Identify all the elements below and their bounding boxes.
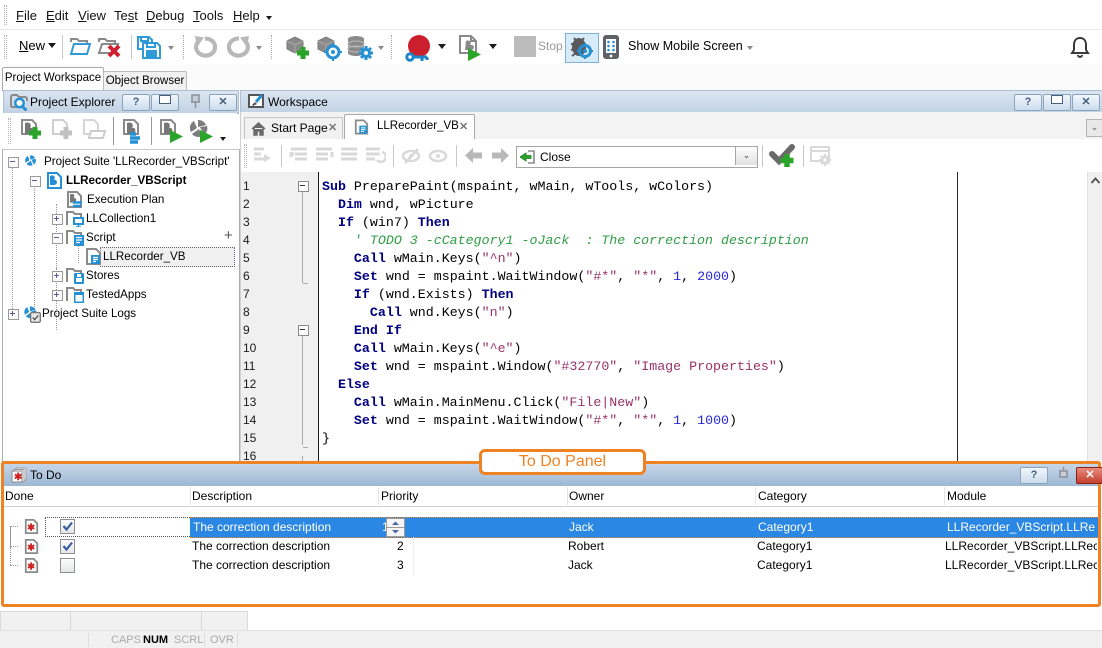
- svg-text:✱: ✱: [27, 522, 36, 533]
- svg-text:✱: ✱: [27, 561, 36, 572]
- svg-text:✱: ✱: [14, 472, 23, 483]
- svg-text:✱: ✱: [27, 542, 36, 553]
